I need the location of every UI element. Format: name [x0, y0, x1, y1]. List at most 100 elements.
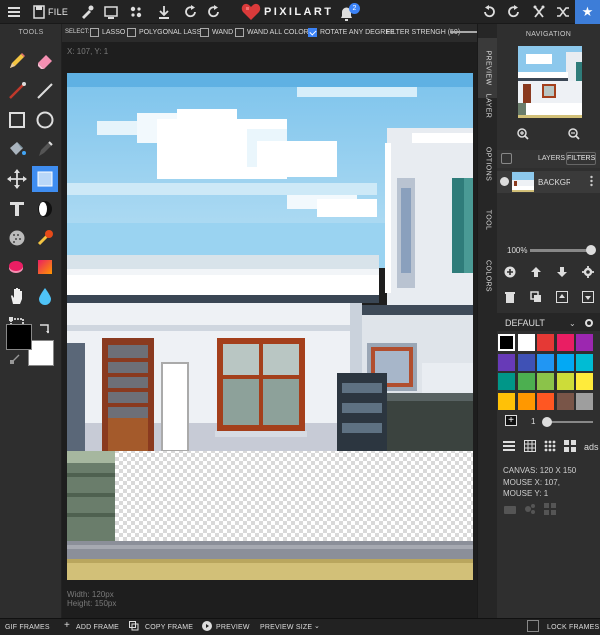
tab-colors[interactable]: COLORS — [478, 246, 498, 306]
merge-down-icon[interactable] — [582, 291, 594, 303]
polygonal-lasso-checkbox[interactable] — [127, 28, 136, 37]
primary-color[interactable] — [6, 324, 32, 350]
palette-swatch[interactable] — [576, 392, 593, 410]
ads-label[interactable]: ads — [584, 442, 599, 452]
stamp-tool-icon[interactable] — [32, 225, 58, 251]
palette-swatch[interactable] — [517, 373, 535, 390]
palette-swatch[interactable] — [498, 392, 515, 410]
wand-all-colors-checkbox[interactable] — [235, 28, 244, 37]
filters-button[interactable]: FILTERS — [566, 152, 596, 165]
resize-icon[interactable] — [102, 3, 120, 21]
palette-swatch[interactable] — [556, 392, 574, 410]
fill-bucket-tool-icon[interactable] — [4, 136, 30, 162]
redo-icon[interactable] — [505, 3, 523, 21]
zoom-out-icon[interactable] — [568, 128, 580, 140]
layer-name[interactable]: BACKGROUND — [538, 178, 570, 187]
rectangle-tool-icon[interactable] — [4, 107, 30, 133]
eyedropper-icon[interactable] — [78, 3, 96, 21]
brush-size-knob[interactable] — [542, 417, 552, 427]
pixel-art-canvas[interactable] — [67, 73, 473, 580]
play-icon[interactable] — [202, 621, 212, 631]
undo-icon[interactable] — [480, 3, 498, 21]
layer-settings-toggle[interactable] — [501, 153, 512, 164]
palette-swatch[interactable] — [517, 392, 535, 410]
layer-opacity-knob[interactable] — [586, 245, 596, 255]
wand-label[interactable]: WAND — [212, 29, 233, 36]
lock-frames-checkbox[interactable] — [527, 620, 539, 632]
layer-settings-icon[interactable] — [582, 266, 594, 278]
list-view-icon[interactable] — [503, 440, 515, 452]
download-icon[interactable] — [155, 3, 173, 21]
copy-frame-button[interactable]: COPY FRAME — [145, 624, 193, 631]
palette-swatch[interactable] — [556, 334, 574, 351]
palette-swatch[interactable] — [556, 353, 574, 371]
pen-tool-icon[interactable] — [32, 136, 58, 162]
tab-options[interactable]: OPTIONS — [478, 134, 498, 194]
palette-swatch[interactable] — [537, 334, 554, 351]
palette-swatch[interactable] — [498, 334, 515, 351]
add-frame-icon[interactable]: + — [64, 620, 70, 631]
line-tool-icon[interactable] — [4, 78, 30, 104]
tab-tool[interactable]: TOOL — [478, 190, 498, 250]
add-layer-icon[interactable] — [504, 266, 516, 278]
file-icon[interactable] — [30, 3, 48, 21]
palette-swatch[interactable] — [537, 353, 554, 371]
layer-visibility-icon[interactable] — [500, 177, 509, 186]
add-color-button[interactable]: + — [505, 415, 517, 426]
palette-swatch[interactable] — [517, 334, 535, 351]
palette-settings-icon[interactable] — [584, 318, 594, 328]
straight-line-tool-icon[interactable] — [32, 78, 58, 104]
settings-share-icon[interactable] — [524, 503, 536, 515]
wand-all-colors-label[interactable]: WAND ALL COLORS — [247, 29, 313, 36]
rotate-any-degree-checkbox[interactable] — [308, 28, 317, 37]
pencil-tool-icon[interactable] — [4, 48, 30, 74]
lasso-checkbox[interactable] — [90, 28, 99, 37]
palette-swatch[interactable] — [537, 392, 554, 410]
move-layer-up-icon[interactable] — [530, 266, 542, 278]
palette-name[interactable]: DEFAULT — [505, 318, 545, 328]
palette-swatch[interactable] — [576, 353, 593, 371]
layer-opacity-slider[interactable] — [530, 249, 592, 252]
dither-tool-icon[interactable] — [4, 225, 30, 251]
zoom-in-icon[interactable] — [517, 128, 529, 140]
redo-icon[interactable] — [182, 3, 200, 21]
lasso-label[interactable]: LASSO — [102, 29, 125, 36]
redo-circle-icon[interactable] — [205, 3, 223, 21]
palette-swatch[interactable] — [498, 353, 515, 371]
record-icon[interactable] — [504, 504, 516, 516]
palette-swatch[interactable] — [517, 353, 535, 371]
palette-swatch[interactable] — [498, 373, 515, 390]
select-tool-icon[interactable] — [32, 166, 58, 192]
preview-button[interactable]: PREVIEW — [216, 624, 250, 631]
pixel-art-icon[interactable] — [564, 440, 576, 452]
crop-icon[interactable] — [530, 3, 548, 21]
lock-frames-label[interactable]: LOCK FRAMES — [547, 624, 599, 631]
layer-menu-icon[interactable] — [590, 175, 593, 187]
magic-eraser-tool-icon[interactable] — [4, 254, 30, 280]
navigation-preview[interactable] — [518, 46, 582, 118]
add-frame-button[interactable]: ADD FRAME — [76, 624, 119, 631]
shade-tool-icon[interactable] — [32, 196, 58, 222]
swap-colors-icon[interactable] — [39, 324, 49, 334]
eraser-tool-icon[interactable] — [32, 48, 58, 74]
preview-size-select[interactable]: PREVIEW SIZE — [260, 624, 312, 631]
logo-text[interactable]: PIXILART — [264, 6, 333, 18]
shuffle-icon[interactable] — [554, 3, 572, 21]
gradient-tool-icon[interactable] — [32, 254, 58, 280]
merge-up-icon[interactable] — [556, 291, 568, 303]
file-menu-label[interactable]: FILE — [48, 7, 68, 17]
tiles-icon[interactable] — [544, 503, 556, 515]
reset-colors-icon[interactable] — [10, 354, 20, 364]
palette-swatch[interactable] — [537, 373, 554, 390]
grid-mode-icon[interactable] — [524, 440, 536, 452]
duplicate-layer-icon[interactable] — [530, 291, 542, 303]
delete-layer-icon[interactable] — [504, 291, 516, 303]
ellipse-tool-icon[interactable] — [32, 107, 58, 133]
menu-icon[interactable] — [5, 3, 23, 21]
polygonal-lasso-label[interactable]: POLYGONAL LASSO — [139, 29, 207, 36]
chevron-down-icon[interactable]: ⌄ — [314, 622, 320, 630]
tab-layer[interactable]: LAYER — [478, 76, 498, 136]
filter-strength-slider[interactable] — [450, 31, 478, 33]
palette-swatch[interactable] — [576, 334, 593, 351]
settings-icon[interactable] — [127, 3, 145, 21]
